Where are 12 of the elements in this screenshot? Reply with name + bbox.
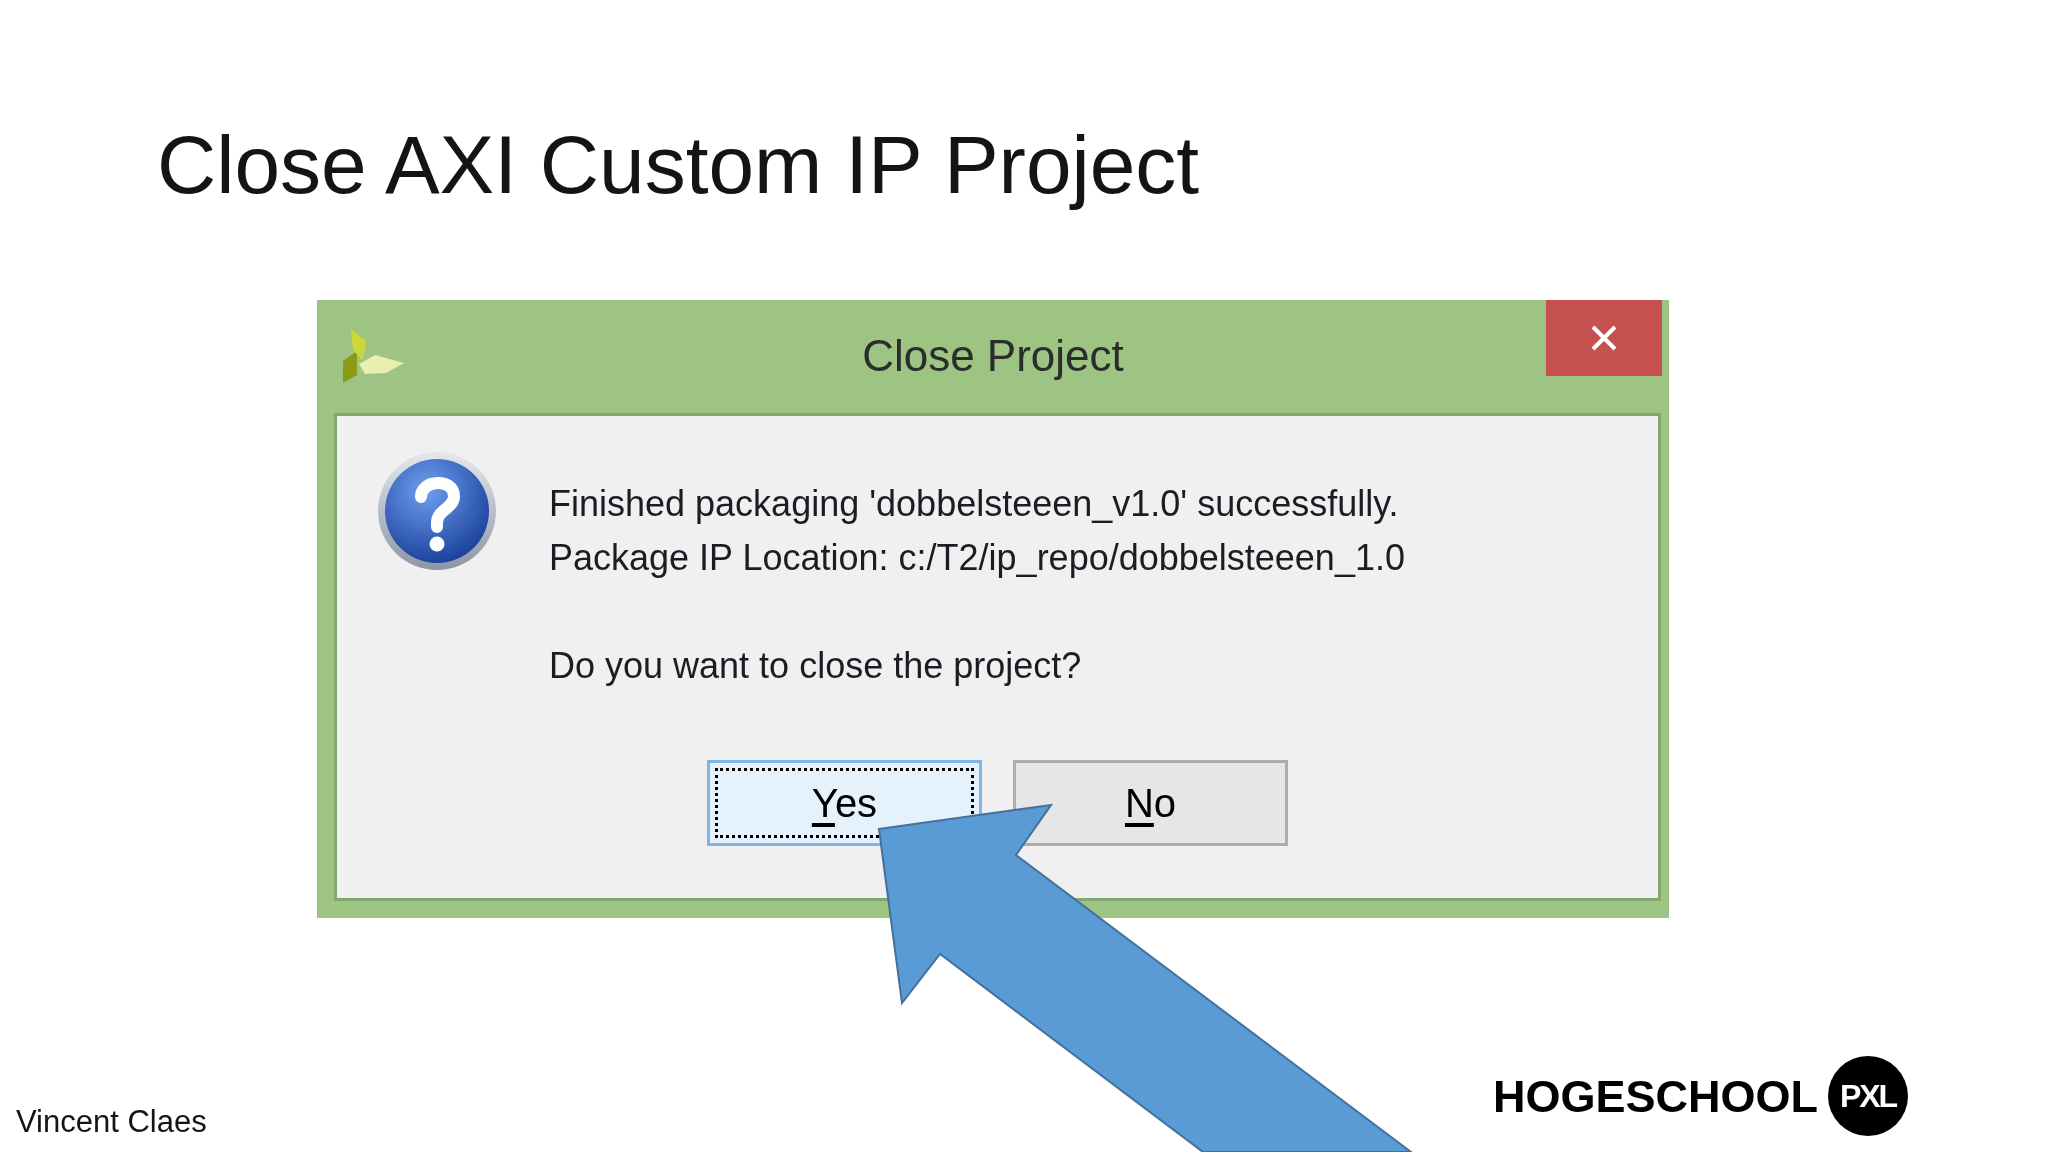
close-button[interactable] [1546, 300, 1662, 376]
message-line: Package IP Location: c:/T2/ip_repo/dobbelsteeen_1.0 [549, 536, 1405, 580]
logo-badge: PXL [1828, 1056, 1908, 1136]
message-line: Finished packaging 'dobbelsteeen_v1.0' successfully. [549, 482, 1400, 526]
dialog-button[interactable]: No [1013, 760, 1288, 846]
close-icon [1591, 325, 1617, 351]
dialog-title: Close Project [862, 330, 1124, 381]
leaf-logo-icon [342, 328, 405, 383]
question-text: Do you want to close the project? [549, 644, 1083, 688]
author-name: Vincent Claes [16, 1103, 207, 1140]
question-icon [377, 451, 497, 571]
logo-wordmark: HOGESCHOOL [1492, 1073, 1818, 1119]
